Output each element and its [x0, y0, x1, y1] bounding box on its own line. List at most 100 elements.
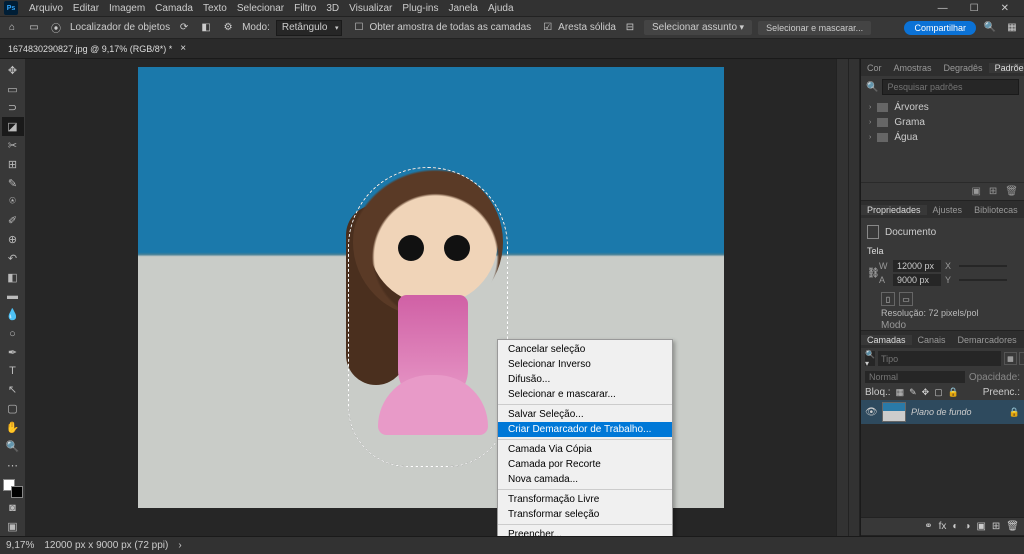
stamp-tool[interactable]: ⊕ — [2, 230, 24, 249]
y-field[interactable] — [959, 279, 1007, 281]
layer-mask-icon[interactable]: ◐ — [952, 521, 958, 532]
width-field[interactable]: 12000 px — [893, 260, 941, 272]
mode-dropdown[interactable]: Retângulo — [276, 20, 343, 36]
layer-lock-icon[interactable]: 🔒 — [1009, 407, 1020, 418]
search-icon[interactable]: 🔍 — [982, 20, 998, 36]
tab-close-icon[interactable]: × — [180, 43, 186, 54]
zoom-level[interactable]: 9,17% — [6, 540, 34, 551]
lock-artboard-icon[interactable]: ▢ — [934, 387, 943, 398]
home-icon[interactable]: ⌂ — [4, 20, 20, 36]
landscape-icon[interactable]: ▭ — [899, 292, 913, 306]
tab-properties[interactable]: Propriedades — [861, 205, 927, 215]
pattern-folder-water[interactable]: ›Água — [861, 130, 1024, 145]
type-tool[interactable]: T — [2, 362, 24, 381]
ctx-save-selection[interactable]: Salvar Seleção... — [498, 407, 672, 422]
select-subject-button[interactable]: Selecionar assunto ▾ — [644, 20, 752, 35]
delete-icon[interactable]: 🗑 — [1005, 186, 1018, 197]
hard-edge-checkbox[interactable]: Aresta sólida — [558, 22, 616, 33]
layer-style-icon[interactable]: fx — [939, 521, 947, 532]
height-field[interactable]: 9000 px — [893, 274, 941, 286]
menu-editar[interactable]: Editar — [68, 3, 104, 14]
adjustment-layer-icon[interactable]: ◑ — [964, 521, 970, 532]
window-maximize-icon[interactable]: ☐ — [965, 3, 984, 14]
new-folder-icon[interactable]: ▣ — [971, 186, 980, 197]
filter-adjust-icon[interactable]: ◐ — [1019, 352, 1024, 365]
layer-background[interactable]: 👁 Plano de fundo 🔒 — [861, 400, 1024, 424]
window-minimize-icon[interactable]: — — [933, 3, 953, 14]
menu-texto[interactable]: Texto — [198, 3, 232, 14]
menu-plugins[interactable]: Plug-ins — [397, 3, 443, 14]
lock-all-icon[interactable]: 🔒 — [948, 387, 959, 398]
ctx-select-inverse[interactable]: Selecionar Inverso — [498, 357, 672, 372]
menu-ajuda[interactable]: Ajuda — [483, 3, 519, 14]
link-icon[interactable]: ⛓ — [867, 268, 877, 279]
eraser-tool[interactable]: ◧ — [2, 268, 24, 287]
delete-layer-icon[interactable]: 🗑 — [1006, 521, 1019, 532]
eyedropper-tool[interactable]: ✎ — [2, 174, 24, 193]
screenmode-tool[interactable]: ▣ — [2, 517, 24, 536]
menu-visualizar[interactable]: Visualizar — [344, 3, 397, 14]
dodge-tool[interactable]: ○ — [2, 324, 24, 343]
ctx-fill[interactable]: Preencher... — [498, 527, 672, 536]
tab-color[interactable]: Cor — [861, 63, 888, 73]
panel-collapse-strip[interactable] — [848, 59, 860, 536]
object-select-tool[interactable]: ◪ — [2, 117, 24, 136]
lock-pixels-icon[interactable]: ✎ — [909, 387, 917, 398]
menu-filtro[interactable]: Filtro — [289, 3, 321, 14]
color-swatch[interactable] — [3, 479, 23, 499]
lock-position-icon[interactable]: ✥ — [922, 387, 930, 398]
ctx-transform-selection[interactable]: Transformar seleção — [498, 507, 672, 522]
quickmask-tool[interactable]: ◙ — [2, 498, 24, 517]
ctx-new-layer[interactable]: Nova camada... — [498, 472, 672, 487]
layer-search-input[interactable] — [878, 351, 1001, 366]
portrait-icon[interactable]: ▯ — [881, 292, 895, 306]
gradient-tool[interactable]: ▬ — [2, 287, 24, 306]
menu-janela[interactable]: Janela — [443, 3, 482, 14]
history-brush-tool[interactable]: ↶ — [2, 249, 24, 268]
tab-patterns[interactable]: Padrões — [989, 63, 1024, 73]
subtract-icon[interactable]: ⊟ — [622, 20, 638, 36]
ctx-layer-via-cut[interactable]: Camada por Recorte — [498, 457, 672, 472]
lasso-tool[interactable]: ⊃ — [2, 99, 24, 118]
tab-swatches[interactable]: Amostras — [888, 63, 938, 73]
pattern-folder-trees[interactable]: ›Árvores — [861, 100, 1024, 115]
hand-tool[interactable]: ✋ — [2, 418, 24, 437]
frame-tool[interactable]: ⊞ — [2, 155, 24, 174]
document-tab[interactable]: 1674830290827.jpg @ 9,17% (RGB/8*) * × — [0, 39, 1024, 59]
filter-pixel-icon[interactable]: ▦ — [1004, 352, 1017, 365]
doc-dimensions[interactable]: 12000 px x 9000 px (72 ppi) — [44, 540, 168, 551]
edit-toolbar[interactable]: ⋯ — [2, 456, 24, 475]
link-layers-icon[interactable]: ⚭ — [924, 521, 932, 532]
brush-tool[interactable]: ✐ — [2, 211, 24, 230]
window-close-icon[interactable]: ✕ — [996, 3, 1014, 14]
blend-mode-dropdown[interactable]: Normal — [865, 371, 965, 383]
new-pattern-icon[interactable]: ⊞ — [989, 186, 997, 197]
menu-selecionar[interactable]: Selecionar — [232, 3, 289, 14]
patterns-search-input[interactable] — [882, 79, 1019, 95]
move-tool[interactable]: ✥ — [2, 61, 24, 80]
tab-channels[interactable]: Canais — [912, 335, 952, 345]
ctx-feather[interactable]: Difusão... — [498, 372, 672, 387]
object-finder-icon[interactable]: ⦿ — [48, 20, 64, 36]
zoom-tool[interactable]: 🔍 — [2, 437, 24, 456]
share-button[interactable]: Compartilhar — [904, 21, 976, 35]
canvas-scrollbar-v[interactable] — [836, 59, 848, 536]
pattern-folder-grass[interactable]: ›Grama — [861, 115, 1024, 130]
ctx-select-mask[interactable]: Selecionar e mascarar... — [498, 387, 672, 402]
heal-tool[interactable]: ⍟ — [2, 193, 24, 212]
layer-name[interactable]: Plano de fundo — [911, 407, 972, 417]
refresh-icon[interactable]: ⟳ — [176, 20, 192, 36]
path-select-tool[interactable]: ↖ — [2, 381, 24, 400]
blur-tool[interactable]: 💧 — [2, 305, 24, 324]
lock-transparency-icon[interactable]: ▦ — [896, 387, 905, 398]
marquee-tool[interactable]: ▭ — [2, 80, 24, 99]
x-field[interactable] — [959, 265, 1007, 267]
new-group-icon[interactable]: ▣ — [976, 521, 985, 532]
pen-tool[interactable]: ✒ — [2, 343, 24, 362]
menu-imagem[interactable]: Imagem — [104, 3, 150, 14]
tab-libraries[interactable]: Bibliotecas — [968, 205, 1024, 215]
new-layer-icon[interactable]: ⊞ — [992, 521, 1000, 532]
layer-thumbnail[interactable] — [882, 402, 906, 422]
workspace-icon[interactable]: ▦ — [1004, 20, 1020, 36]
crop-tool[interactable]: ✂ — [2, 136, 24, 155]
